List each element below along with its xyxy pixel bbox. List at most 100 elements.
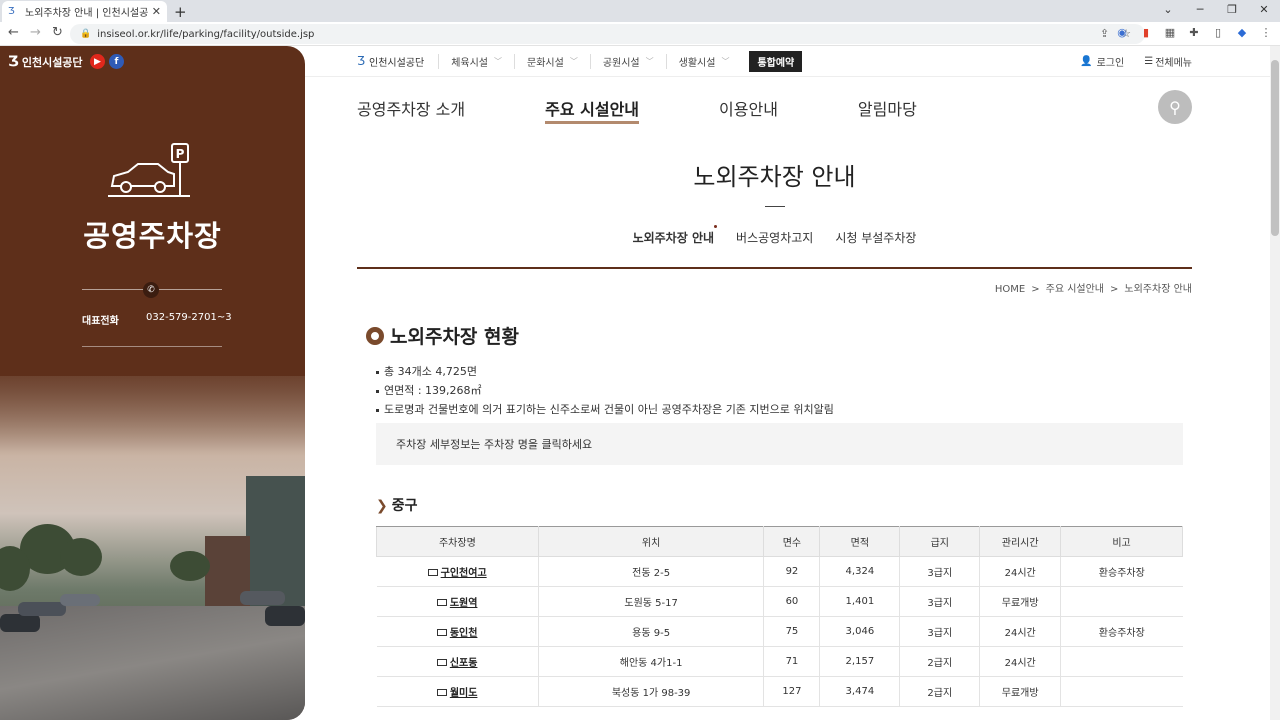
table-row: 월미도 북성동 1가 98-39 127 3,474 2급지 무료개방 xyxy=(376,676,1183,707)
parked-car xyxy=(0,614,40,632)
forward-icon[interactable]: → xyxy=(30,25,41,40)
minimize-button[interactable]: ─ xyxy=(1184,0,1216,22)
tab-search-icon[interactable]: ⌄ xyxy=(1152,0,1184,22)
gnb-usage[interactable]: 이용안내 xyxy=(719,96,778,124)
brand-name: 인천시설공단 xyxy=(21,56,83,69)
parked-car xyxy=(265,606,305,626)
table-cell: 3,474 xyxy=(819,676,900,707)
subtab-cityhall[interactable]: 시청 부설주차장 xyxy=(835,229,916,246)
share-icon[interactable]: ⇪ xyxy=(1100,27,1109,40)
org-logo[interactable]: Ʒ 인천시설공단 xyxy=(357,54,424,69)
col-header: 급지 xyxy=(899,526,981,557)
url-field[interactable]: 🔒 insiseol.or.kr/life/parking/facility/o… xyxy=(70,24,1145,44)
extension-grid-icon[interactable]: ▦ xyxy=(1164,26,1176,39)
browser-menu-icon[interactable]: ⋮ xyxy=(1260,26,1272,39)
breadcrumb-home[interactable]: HOME xyxy=(995,284,1025,295)
nav-living[interactable]: 생활시설 ﹀ xyxy=(665,53,742,69)
new-tab-button[interactable]: + xyxy=(174,3,187,21)
table-cell: 4,324 xyxy=(819,556,900,587)
chevron-down-icon: ﹀ xyxy=(721,56,730,66)
nav-sports[interactable]: 체육시설 ﹀ xyxy=(438,53,514,69)
facebook-icon[interactable]: f xyxy=(109,54,124,69)
brand-logo[interactable]: Ʒ 인천시설공단 xyxy=(8,54,83,70)
all-menu-button[interactable]: ☰ 전체메뉴 xyxy=(1144,54,1192,69)
subtab-bus[interactable]: 버스공영차고지 xyxy=(736,229,813,246)
nav-living-label: 생활시설 xyxy=(678,57,716,69)
scrollbar-thumb[interactable] xyxy=(1271,60,1279,236)
back-icon[interactable]: ← xyxy=(8,25,19,40)
col-header: 관리시간 xyxy=(979,526,1062,557)
district-name: 중구 xyxy=(391,498,418,514)
lot-name-link[interactable]: 월미도 xyxy=(450,688,478,699)
table-cell: 북성동 1가 98-39 xyxy=(537,676,764,707)
tree xyxy=(170,551,210,581)
org-mark-icon: Ʒ xyxy=(357,54,365,68)
divider xyxy=(305,76,1280,77)
nav-sports-label: 체육시설 xyxy=(451,57,489,69)
side-panel-icon[interactable]: ▯ xyxy=(1212,26,1224,39)
youtube-icon[interactable]: ▶ xyxy=(90,54,105,69)
nav-park-label: 공원시설 xyxy=(602,57,640,69)
lot-name-cell[interactable]: 동인천 xyxy=(376,616,539,647)
lot-name-cell[interactable]: 구인천여고 xyxy=(376,556,539,587)
col-header: 위치 xyxy=(537,526,765,557)
chevron-right-icon: ❯ xyxy=(376,498,388,514)
nav-park[interactable]: 공원시설 ﹀ xyxy=(589,53,666,69)
lot-icon xyxy=(427,568,438,576)
login-link[interactable]: 👤 로그인 xyxy=(1080,54,1124,69)
svg-text:P: P xyxy=(176,147,185,161)
table-row: 신포동 해안동 4가1-1 71 2,157 2급지 24시간 xyxy=(376,646,1183,677)
close-window-button[interactable]: ✕ xyxy=(1248,0,1280,22)
nav-culture[interactable]: 문화시설 ﹀ xyxy=(514,53,590,69)
chevron-down-icon: ﹀ xyxy=(494,56,503,66)
col-header: 면수 xyxy=(763,526,821,557)
lot-name-link[interactable]: 구인천여고 xyxy=(441,568,487,579)
table-cell: 2,157 xyxy=(819,646,900,677)
parked-car xyxy=(60,594,100,606)
lot-name-cell[interactable]: 월미도 xyxy=(376,676,539,707)
brand-mark-icon: Ʒ xyxy=(8,54,19,70)
gnb-facilities[interactable]: 주요 시설안내 xyxy=(545,96,640,124)
search-button[interactable]: ⚲ xyxy=(1158,90,1192,124)
section-bullet-icon xyxy=(366,326,384,345)
table-cell: 무료개방 xyxy=(979,586,1061,617)
booking-button[interactable]: 통합예약 xyxy=(749,50,803,72)
table-cell xyxy=(1060,586,1183,617)
table-cell: 2급지 xyxy=(899,676,980,707)
utility-nav: Ʒ 인천시설공단 체육시설 ﹀ 문화시설 ﹀ 공원시설 ﹀ 생활시설 ﹀ 통합예약 👤 로… xyxy=(357,50,1192,72)
extension-shield-icon[interactable]: ◆ xyxy=(1236,26,1248,39)
url-text: insiseol.or.kr/life/parking/facility/out… xyxy=(97,28,315,40)
reload-icon[interactable]: ↻ xyxy=(52,25,63,40)
table-cell: 전동 2-5 xyxy=(537,556,764,587)
lot-name-cell[interactable]: 도원역 xyxy=(376,586,539,617)
tab-close-icon[interactable]: ✕ xyxy=(152,5,161,18)
gnb-notice[interactable]: 알림마당 xyxy=(858,96,917,124)
brand-panel: Ʒ 인천시설공단 ▶ f P 공영주차장 ✆ 대표전화 032-579-2701… xyxy=(0,46,305,720)
breadcrumb-item[interactable]: 주요 시설안내 xyxy=(1046,284,1104,295)
address-bar-row: ← → ↻ 🔒 insiseol.or.kr/life/parking/faci… xyxy=(0,22,1280,46)
tree xyxy=(60,538,102,576)
phone-icon: ✆ xyxy=(143,282,159,298)
table-cell: 71 xyxy=(763,646,820,677)
extension-red-icon[interactable]: ▮ xyxy=(1140,26,1152,39)
main-nav: 공영주차장 소개 주요 시설안내 이용안내 알림마당 xyxy=(357,96,997,124)
lot-name-link[interactable]: 신포동 xyxy=(450,658,478,669)
lot-name-cell[interactable]: 신포동 xyxy=(376,646,539,677)
site-favicon-icon: Ʒ xyxy=(8,5,15,17)
browser-tab[interactable]: Ʒ 노외주차장 안내 | 인천시설공단 ✕ xyxy=(2,1,167,22)
extensions-puzzle-icon[interactable]: ✚ xyxy=(1188,26,1200,39)
divider xyxy=(357,267,1192,269)
sub-tabs: 노외주차장 안내 버스공영차고지 시청 부설주차장 xyxy=(357,225,1192,246)
parking-car-icon: P xyxy=(108,143,190,197)
breadcrumb: HOME > 주요 시설안내 > 노외주차장 안내 xyxy=(995,280,1192,295)
gnb-intro[interactable]: 공영주차장 소개 xyxy=(357,96,465,124)
table-cell: 3급지 xyxy=(899,586,980,617)
title-dash xyxy=(765,206,785,207)
subtab-outside[interactable]: 노외주차장 안내 xyxy=(633,225,718,246)
restore-button[interactable]: ❐ xyxy=(1216,0,1248,22)
lot-name-link[interactable]: 도원역 xyxy=(450,598,478,609)
extension-translate-icon[interactable]: ◉ xyxy=(1116,26,1128,39)
parked-car xyxy=(240,591,285,605)
lot-name-link[interactable]: 동인천 xyxy=(450,628,478,639)
all-menu-label: 전체메뉴 xyxy=(1155,57,1192,69)
